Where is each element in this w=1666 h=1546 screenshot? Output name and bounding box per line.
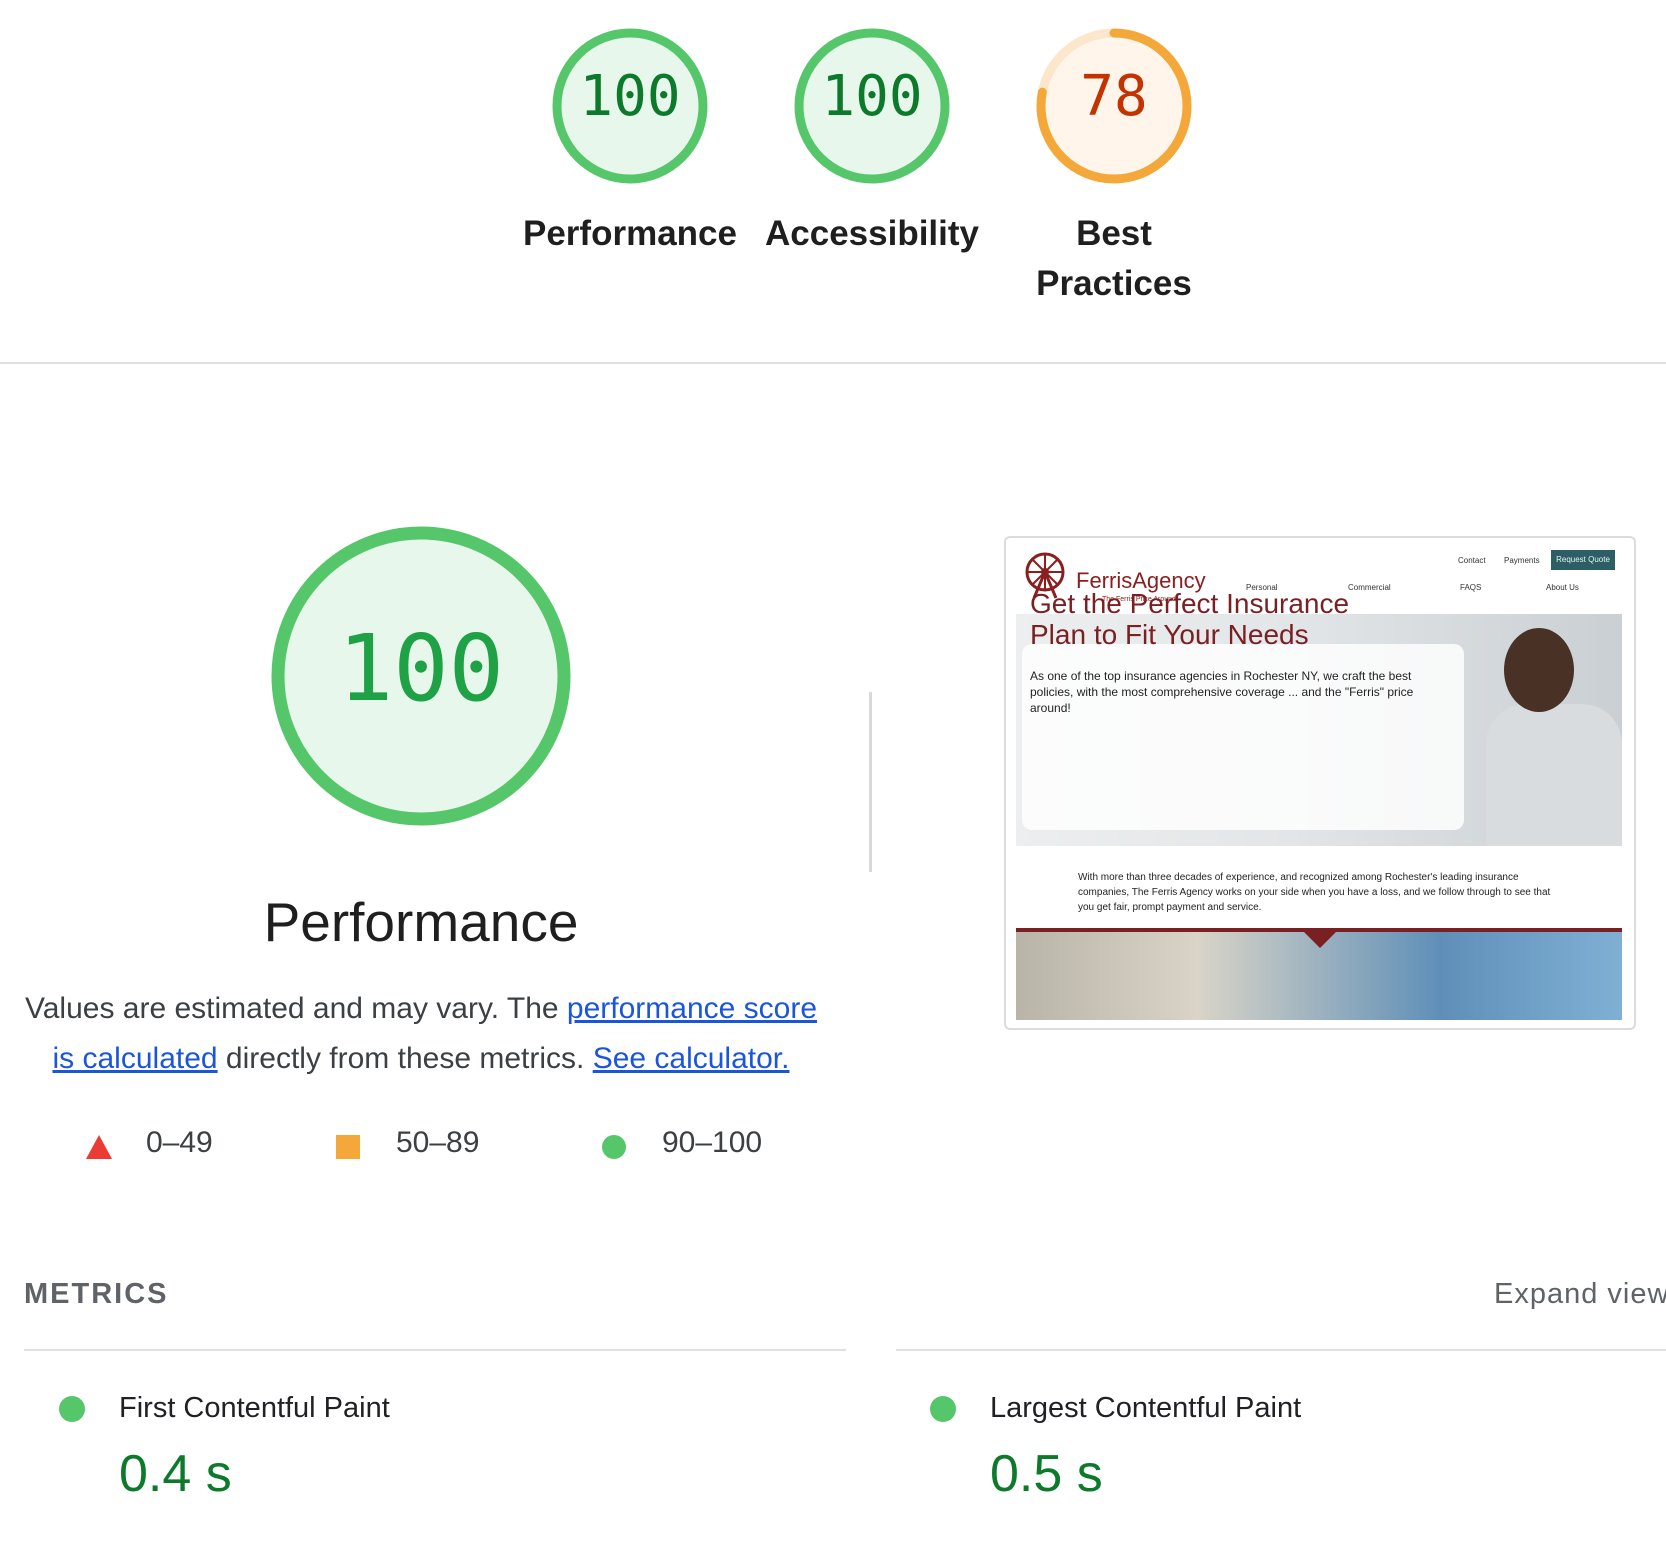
expand-view-toggle[interactable]: Expand view [1494, 1278, 1666, 1311]
metric-fcp-value: 0.4 s [119, 1445, 232, 1503]
accessibility-gauge[interactable]: 100 Accessibility [762, 25, 982, 259]
best-practices-gauge[interactable]: 78 Best Practices [1004, 25, 1224, 309]
performance-gauge[interactable]: 100 Performance [520, 25, 740, 259]
description-text-mid: directly from these metrics. [217, 1042, 593, 1075]
triangle-icon [86, 1135, 112, 1159]
circle-icon [602, 1135, 626, 1159]
metric-lcp-title: Largest Contentful Paint [990, 1392, 1302, 1424]
final-screenshot[interactable]: FerrisAgency The Ferris Price Around Con… [1004, 536, 1636, 1030]
pass-circle-icon [59, 1396, 85, 1422]
site-hero-body: As one of the top insurance agencies in … [1030, 669, 1414, 715]
site-nav-about: About Us [1546, 583, 1579, 592]
pass-circle-icon [930, 1396, 956, 1422]
legend-average: 50–89 [336, 1126, 479, 1160]
metrics-heading: METRICS [24, 1278, 169, 1310]
performance-main-score: 100 [337, 615, 505, 722]
legend-pass: 90–100 [602, 1126, 762, 1160]
metric-fcp-title: First Contentful Paint [119, 1392, 390, 1424]
metrics-divider-right [896, 1349, 1666, 1351]
square-icon [336, 1135, 360, 1159]
legend-pass-label: 90–100 [662, 1126, 763, 1159]
best-practices-label-line1: Best [1076, 214, 1152, 253]
best-practices-gauge-ring: 78 [1033, 25, 1195, 187]
best-practices-label-line2: Practices [1036, 264, 1192, 303]
site-divider-notch [1302, 930, 1338, 948]
performance-main-gauge: 100 [270, 525, 572, 827]
performance-description: Values are estimated and may vary. The p… [20, 984, 822, 1084]
site-hero-title: Get the Perfect Insurance Plan to Fit Yo… [1030, 588, 1350, 650]
metric-lcp-value: 0.5 s [990, 1445, 1103, 1503]
hero-person-head-image [1504, 628, 1574, 712]
section-divider [0, 362, 1666, 364]
best-practices-label: Best Practices [1004, 209, 1224, 309]
accessibility-gauge-ring: 100 [791, 25, 953, 187]
site-nav-contact: Contact [1458, 556, 1486, 565]
legend-average-label: 50–89 [396, 1126, 480, 1159]
metrics-divider-left [24, 1349, 846, 1351]
site-intro-text: With more than three decades of experien… [1078, 872, 1551, 913]
performance-label: Performance [523, 214, 737, 253]
description-text: Values are estimated and may vary. The [24, 992, 567, 1025]
best-practices-score: 78 [1080, 64, 1148, 129]
vertical-divider [869, 692, 872, 872]
legend-fail: 0–49 [86, 1126, 213, 1160]
hero-person-image [1486, 704, 1622, 846]
performance-title: Performance [263, 891, 579, 953]
performance-gauge-ring: 100 [549, 25, 711, 187]
site-nav-faqs: FAQS [1460, 583, 1482, 592]
accessibility-score: 100 [821, 64, 923, 129]
accessibility-label: Accessibility [765, 214, 979, 253]
site-nav-payments: Payments [1504, 556, 1540, 565]
see-calculator-link[interactable]: See calculator. [593, 1042, 790, 1075]
site-request-quote-button: Request Quote [1551, 550, 1615, 570]
legend-fail-label: 0–49 [146, 1126, 213, 1159]
performance-score: 100 [579, 64, 681, 129]
